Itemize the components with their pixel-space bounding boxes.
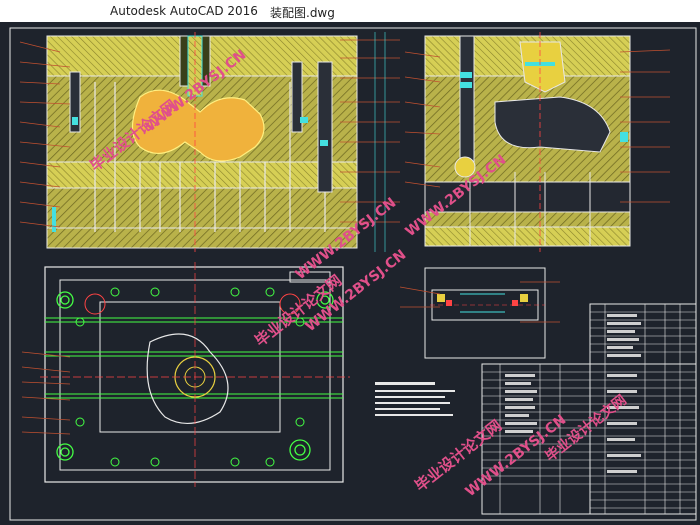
- file-name: 装配图.dwg: [270, 6, 335, 20]
- technical-notes: [375, 382, 455, 416]
- plan-view: [21, 262, 350, 487]
- cad-drawing[interactable]: 毕业设计论文网 WWW.2BYSJ.CN 毕业设计论文网 WWW.2BYSJ.C…: [0, 22, 700, 525]
- drawing-canvas[interactable]: 毕业设计论文网 WWW.2BYSJ.CN 毕业设计论文网 WWW.2BYSJ.C…: [0, 22, 700, 525]
- section-view-main: [19, 32, 400, 252]
- title-bar: Autodesk AutoCAD 2016 装配图.dwg: [0, 0, 700, 23]
- parts-list-table: [481, 303, 697, 515]
- section-view-side: [404, 32, 671, 252]
- detail-view: [399, 267, 560, 359]
- app-title: Autodesk AutoCAD 2016: [110, 4, 258, 18]
